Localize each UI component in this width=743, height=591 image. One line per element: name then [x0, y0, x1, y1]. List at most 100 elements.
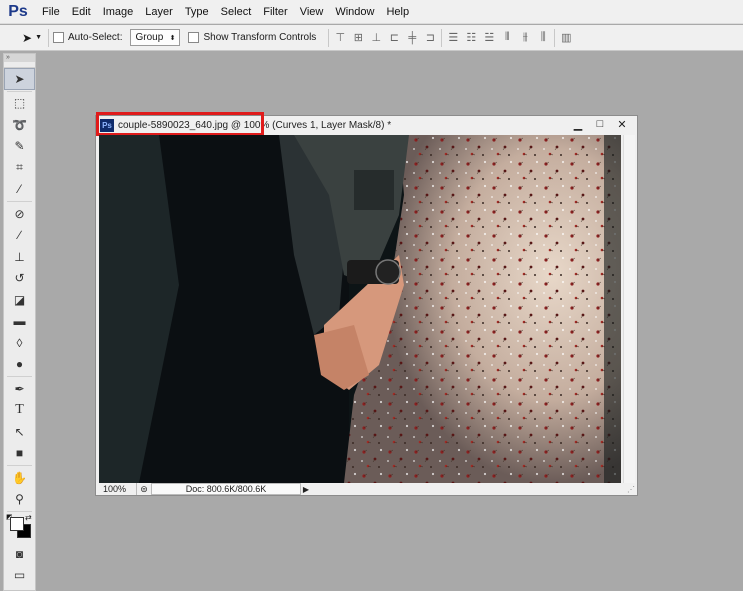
lasso-icon: ➰ [12, 117, 27, 132]
menu-bar: Ps File Edit Image Layer Type Select Fil… [0, 0, 743, 24]
options-bar: ➤ ▼ Auto-Select: Group ⬍ Show Transform … [0, 25, 743, 51]
distribute-bottom-edges-icon[interactable]: ☱ [482, 31, 496, 45]
history-brush-tool[interactable]: ↺ [4, 268, 35, 290]
maximize-button[interactable]: □ [589, 116, 611, 132]
swap-colors-icon[interactable]: ⇄ [25, 513, 32, 522]
quick-selection-tool[interactable]: ✎ [4, 136, 35, 158]
show-transform-label: Show Transform Controls [203, 32, 317, 43]
distribute-left-edges-icon[interactable]: ⫴ [500, 31, 514, 45]
pen-icon: ✒ [14, 381, 25, 396]
lasso-tool[interactable]: ➰ [4, 114, 35, 136]
menu-edit[interactable]: Edit [66, 0, 97, 24]
path-selection-tool[interactable]: ↖ [4, 421, 35, 443]
distribute-top-edges-icon[interactable]: ☰ [446, 31, 460, 45]
rectangle-tool[interactable]: ■ [4, 443, 35, 465]
align-vertical-centers-icon[interactable]: ⊞ [351, 31, 365, 45]
divider [7, 465, 32, 466]
brush-icon: ∕ [18, 228, 21, 243]
auto-select-check-box[interactable] [53, 32, 64, 43]
hand-icon: ✋ [12, 470, 27, 485]
move-tool[interactable]: ➤ [4, 68, 35, 90]
blur-tool[interactable]: ◊ [4, 332, 35, 354]
quick-selection-icon: ✎ [14, 139, 25, 154]
menu-image[interactable]: Image [97, 0, 140, 24]
pen-tool[interactable]: ✒ [4, 378, 35, 400]
quick-mask-icon: ◙ [15, 546, 24, 561]
auto-select-target-dropdown[interactable]: Group ⬍ [130, 29, 181, 46]
menu-file[interactable]: File [36, 0, 66, 24]
dodge-tool[interactable]: ● [4, 354, 35, 376]
blur-icon: ◊ [16, 335, 23, 350]
tools-panel: » ➤ ⬚ ➰ ✎ ⌗ ⁄ ⊘ ∕ ⊥ ↺ ◪ ▬ ◊ ● ✒ T ↖ ■ ✋ … [3, 53, 36, 591]
distribute-controls: ☰ ☷ ☱ ⫴ ⫵ ⫼ [446, 31, 550, 45]
show-transform-check-box[interactable] [188, 32, 200, 43]
align-left-edges-icon[interactable]: ⊏ [387, 31, 401, 45]
menu-type[interactable]: Type [179, 0, 215, 24]
rectangle-icon: ■ [15, 446, 24, 461]
divider [328, 28, 330, 47]
auto-select-label: Auto-Select: [68, 32, 123, 43]
status-menu-arrow-icon[interactable]: ▶ [301, 485, 311, 494]
chevron-down-icon: ▼ [35, 34, 42, 41]
menu-filter[interactable]: Filter [257, 0, 293, 24]
close-button[interactable]: ✕ [611, 116, 633, 132]
photoshop-logo: Ps [8, 2, 28, 20]
tools-panel-header[interactable]: » [4, 54, 35, 62]
move-tool-icon: ➤ [14, 71, 25, 86]
title-highlight-box [96, 112, 264, 136]
auto-select-target-value: Group [135, 32, 164, 43]
brush-tool[interactable]: ∕ [4, 225, 35, 247]
eraser-tool[interactable]: ◪ [4, 289, 35, 311]
status-proof-icon[interactable]: ⊜ [137, 484, 151, 495]
align-right-edges-icon[interactable]: ⊐ [423, 31, 437, 45]
divider [7, 90, 32, 92]
zoom-tool[interactable]: ⚲ [4, 489, 35, 511]
align-top-edges-icon[interactable]: ⊤ [333, 31, 347, 45]
type-tool[interactable]: T [4, 400, 35, 422]
eyedropper-tool[interactable]: ⁄ [4, 179, 35, 201]
menu-view[interactable]: View [294, 0, 330, 24]
dodge-icon: ● [15, 357, 24, 372]
gradient-tool[interactable]: ▬ [4, 311, 35, 333]
menu-layer[interactable]: Layer [139, 0, 179, 24]
clone-stamp-tool[interactable]: ⊥ [4, 246, 35, 268]
minimize-button[interactable]: ▁ [567, 116, 589, 132]
menu-window[interactable]: Window [329, 0, 380, 24]
auto-align-layers-icon[interactable]: ▥ [559, 31, 573, 45]
spot-healing-tool[interactable]: ⊘ [4, 203, 35, 225]
menu-select[interactable]: Select [215, 0, 258, 24]
rectangular-marquee-tool[interactable]: ⬚ [4, 93, 35, 115]
crop-icon: ⌗ [16, 160, 23, 175]
divider [48, 28, 49, 47]
move-tool-icon: ➤ [22, 30, 33, 45]
quick-mask-button[interactable]: ◙ [4, 543, 35, 565]
updown-arrows-icon: ⬍ [169, 34, 176, 42]
image-canvas[interactable] [99, 135, 621, 483]
zoom-level[interactable]: 100% [99, 483, 137, 495]
distribute-horizontal-centers-icon[interactable]: ⫵ [518, 31, 532, 45]
screen-mode-icon: ▭ [13, 568, 26, 583]
document-title-bar[interactable]: Ps couple-5890023_640.jpg @ 100% (Curves… [96, 112, 637, 136]
vertical-scrollbar[interactable] [623, 135, 635, 483]
clone-stamp-icon: ⊥ [14, 249, 25, 264]
photo-couple-holding-hands [99, 135, 621, 483]
align-horizontal-centers-icon[interactable]: ╪ [405, 31, 419, 45]
screen-mode-button[interactable]: ▭ [4, 565, 35, 587]
tool-preset-picker[interactable]: ➤ ▼ [0, 26, 44, 50]
spot-healing-icon: ⊘ [14, 206, 25, 221]
auto-select-checkbox[interactable]: Auto-Select: [53, 32, 122, 43]
crop-tool[interactable]: ⌗ [4, 157, 35, 179]
hand-tool[interactable]: ✋ [4, 467, 35, 489]
distribute-right-edges-icon[interactable]: ⫼ [536, 31, 550, 45]
menu-help[interactable]: Help [380, 0, 415, 24]
maximize-icon: □ [596, 118, 604, 130]
align-bottom-edges-icon[interactable]: ⊥ [369, 31, 383, 45]
show-transform-checkbox[interactable]: Show Transform Controls [188, 32, 316, 43]
type-icon: T [15, 402, 24, 418]
distribute-vertical-centers-icon[interactable]: ☷ [464, 31, 478, 45]
foreground-color-swatch[interactable] [10, 517, 24, 531]
gradient-icon: ▬ [13, 314, 26, 329]
resize-grip-icon[interactable]: ⋰ [627, 485, 635, 494]
divider [554, 28, 556, 47]
history-brush-icon: ↺ [14, 271, 25, 286]
